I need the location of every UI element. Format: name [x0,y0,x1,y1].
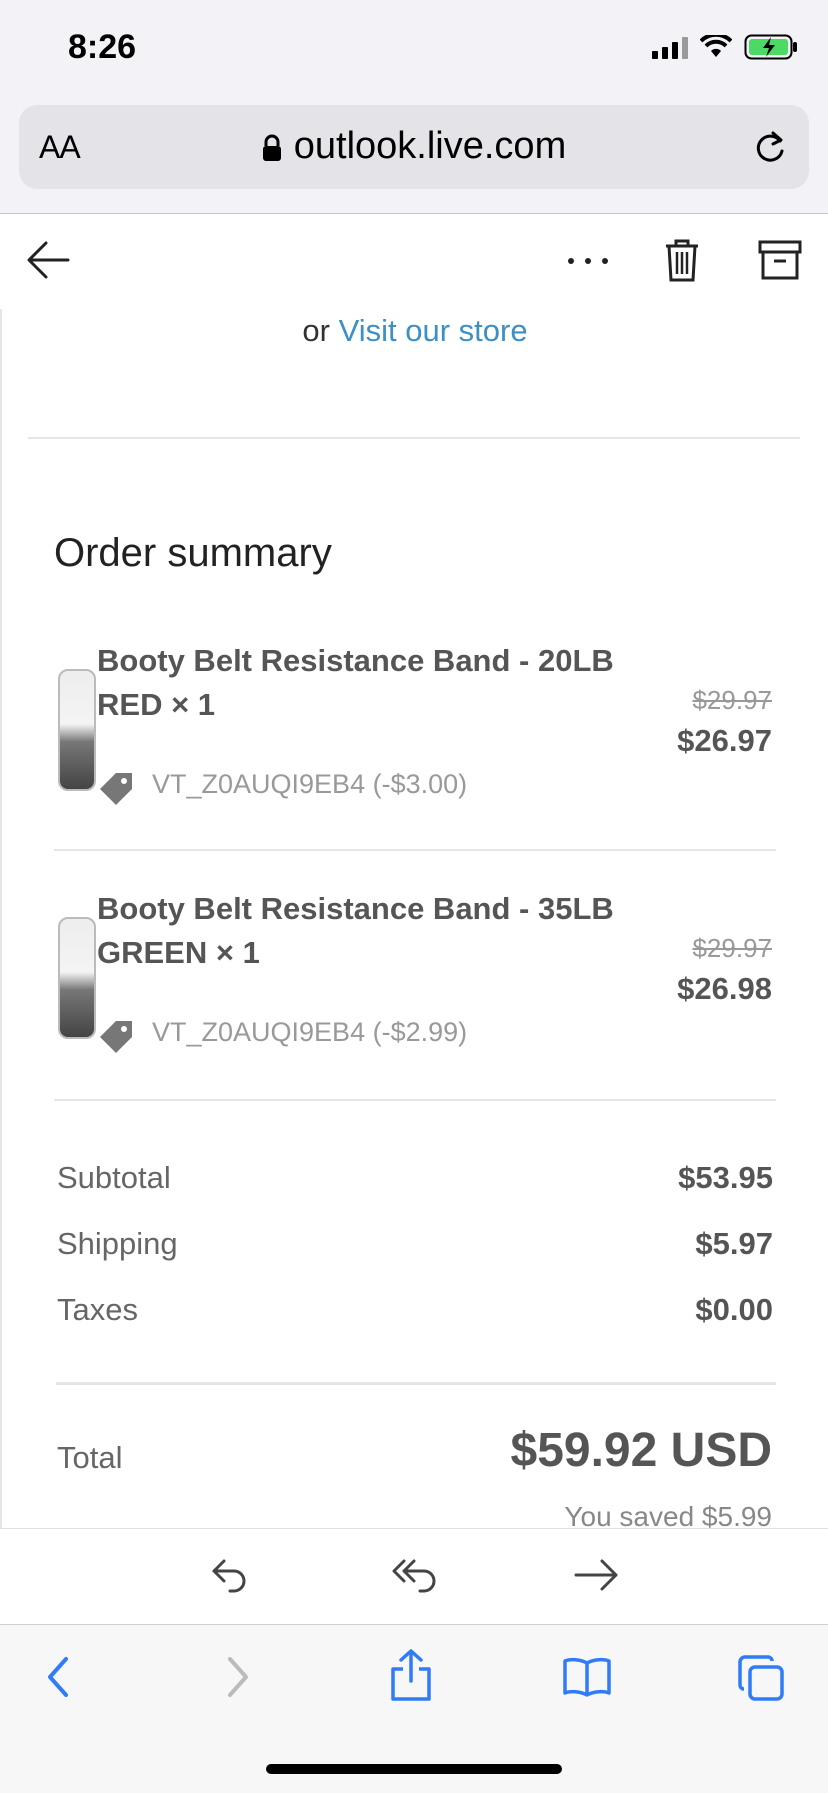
total-value: $59.92 USD [510,1424,773,1477]
product-thumbnail [58,669,96,791]
browser-forward-icon[interactable] [224,1655,252,1699]
shipping-label: Shipping [57,1226,178,1261]
discount-tag-icon [100,773,132,805]
discount-code: VT_Z0AUQI9EB4 (-$2.99) [152,1017,468,1047]
order-item: Booty Belt Resistance Band - 35LB GREEN … [2,887,828,1107]
back-arrow-icon[interactable] [26,240,70,280]
share-icon[interactable] [388,1649,434,1701]
shipping-row: Shipping $5.97 [57,1226,773,1262]
reload-icon[interactable] [753,129,787,165]
status-bar: 8:26 [0,0,828,100]
discount-code: VT_Z0AUQI9EB4 (-$3.00) [152,769,468,799]
product-thumbnail [58,917,96,1039]
divider [56,1382,776,1385]
taxes-value: $0.00 [695,1292,773,1327]
saved-amount: You saved $5.99 [564,1501,772,1528]
item-name: Booty Belt Resistance Band - 35LB GREEN … [97,891,614,970]
home-indicator [266,1764,562,1774]
visit-store-link[interactable]: Visit our store [339,313,528,348]
shipping-value: $5.97 [695,1226,773,1261]
divider [28,437,800,439]
mail-header [0,213,828,310]
delete-trash-icon[interactable] [664,238,700,282]
bookmarks-icon[interactable] [562,1657,612,1697]
archive-icon[interactable] [758,240,802,280]
item-price: $26.97 [677,723,772,758]
status-time: 8:26 [68,28,137,66]
mail-action-bar [0,1528,828,1625]
lock-icon [262,134,281,161]
item-original-price: $29.97 [692,933,772,963]
forward-icon[interactable] [574,1555,620,1595]
more-options-icon[interactable] [566,256,610,266]
order-summary-title: Order summary [54,531,332,575]
tabs-icon[interactable] [738,1655,784,1701]
visit-store-line: or Visit our store [2,313,828,349]
url-display[interactable]: outlook.live.com [19,125,809,168]
wifi-icon [700,35,732,57]
status-icons [652,34,798,60]
cellular-signal-icon [652,35,688,59]
reply-all-icon[interactable] [392,1555,438,1595]
url-text: outlook.live.com [293,125,567,167]
visit-prefix: or [302,313,330,348]
email-body: or Visit our store Order summary Booty B… [0,309,828,1528]
browser-back-icon[interactable] [44,1655,72,1699]
reply-icon[interactable] [210,1555,250,1595]
taxes-row: Taxes $0.00 [57,1292,773,1328]
battery-charging-icon [744,34,797,60]
divider [54,849,776,851]
divider [54,1099,776,1101]
subtotal-value: $53.95 [678,1160,773,1195]
subtotal-row: Subtotal $53.95 [57,1160,773,1196]
item-name: Booty Belt Resistance Band - 20LB RED × … [97,643,614,722]
item-original-price: $29.97 [692,685,772,715]
order-item: Booty Belt Resistance Band - 20LB RED × … [2,639,828,859]
total-label: Total [57,1440,123,1475]
address-bar[interactable]: AA outlook.live.com [19,105,809,189]
item-price: $26.98 [677,971,772,1006]
taxes-label: Taxes [57,1292,138,1327]
subtotal-label: Subtotal [57,1160,171,1195]
discount-tag-icon [100,1021,132,1053]
